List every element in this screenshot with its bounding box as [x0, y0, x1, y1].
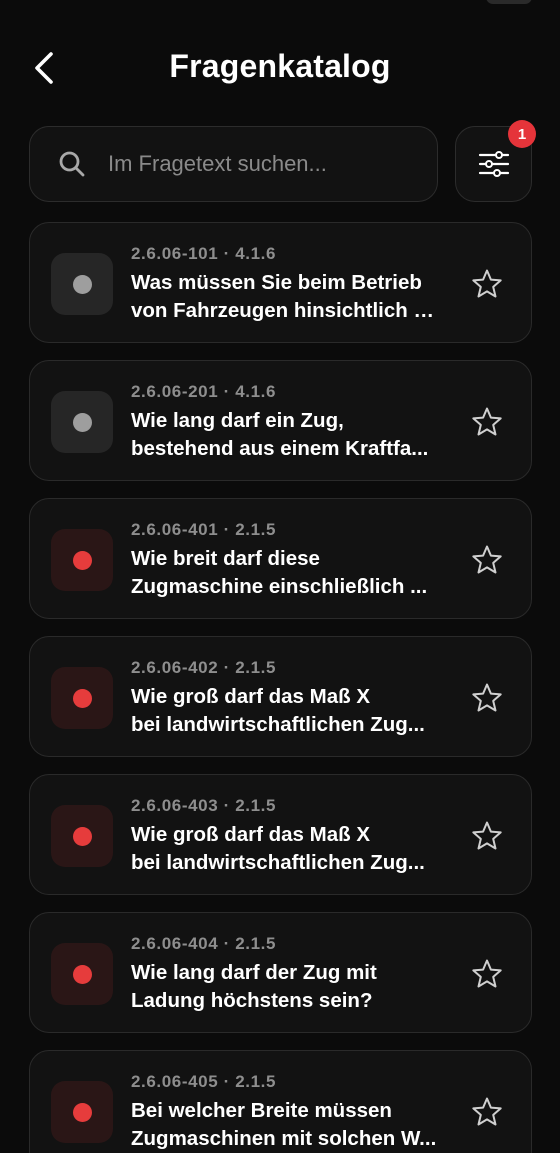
header: Fragenkatalog: [0, 0, 560, 120]
question-text-line: bestehend aus einem Kraftfa...: [131, 437, 429, 460]
question-card[interactable]: 2.6.06-201 · 4.1.6 Wie lang darf ein Zug…: [29, 360, 532, 481]
star-icon: [472, 269, 502, 298]
question-number: 2.6.06-101 · 4.1.6: [131, 244, 277, 263]
favorite-button[interactable]: [469, 1094, 505, 1130]
status-dot: [72, 412, 92, 432]
question-text-line: Was müssen Sie beim Betrieb: [131, 271, 422, 294]
question-card[interactable]: 2.6.06-404 · 2.1.5 Wie lang darf der Zug…: [29, 912, 532, 1033]
question-card[interactable]: 2.6.06-405 · 2.1.5 Bei welcher Breite mü…: [29, 1050, 532, 1153]
status-indicator: [51, 805, 113, 867]
question-text: Wie groß darf das Maß X bei landwirtscha…: [131, 821, 437, 877]
status-dot: [72, 550, 92, 570]
search-icon: [58, 150, 86, 178]
status-dot: [72, 1102, 92, 1122]
question-text: Wie breit darf diese Zugmaschine einschl…: [131, 545, 437, 601]
status-indicator: [51, 253, 113, 315]
question-text-line: bei landwirtschaftlichen Zug...: [131, 851, 425, 874]
question-text-line: Zugmaschine einschließlich ...: [131, 575, 428, 598]
question-number: 2.6.06-404 · 2.1.5: [131, 934, 277, 953]
question-text-line: Ladung höchstens sein?: [131, 989, 373, 1012]
question-text: Wie groß darf das Maß X bei landwirtscha…: [131, 683, 437, 739]
question-number: 2.6.06-403 · 2.1.5: [131, 796, 277, 815]
question-text: Was müssen Sie beim Betrieb von Fahrzeug…: [131, 269, 437, 325]
question-number: 2.6.06-402 · 2.1.5: [131, 658, 277, 677]
favorite-button[interactable]: [469, 542, 505, 578]
question-text: Bei welcher Breite müssen Zugmaschinen m…: [131, 1097, 437, 1153]
question-text: Wie lang darf ein Zug, bestehend aus ein…: [131, 407, 437, 463]
question-text-line: bei landwirtschaftlichen Zug...: [131, 713, 425, 736]
status-indicator: [51, 943, 113, 1005]
sliders-icon: [478, 151, 509, 177]
star-icon: [472, 821, 502, 850]
question-card[interactable]: 2.6.06-101 · 4.1.6 Was müssen Sie beim B…: [29, 222, 532, 343]
question-text-line: Wie lang darf der Zug mit: [131, 961, 377, 984]
status-dot: [72, 826, 92, 846]
status-dot: [72, 274, 92, 294]
question-text: Wie lang darf der Zug mit Ladung höchste…: [131, 959, 437, 1015]
question-number: 2.6.06-405 · 2.1.5: [131, 1072, 277, 1091]
star-icon: [472, 1097, 502, 1126]
question-text-line: von Fahrzeugen hinsichtlich d...: [131, 299, 437, 322]
status-indicator: [51, 391, 113, 453]
favorite-button[interactable]: [469, 680, 505, 716]
star-icon: [472, 407, 502, 436]
question-text-line: Wie groß darf das Maß X: [131, 685, 371, 708]
question-text-line: Zugmaschinen mit solchen W...: [131, 1127, 437, 1150]
favorite-button[interactable]: [469, 818, 505, 854]
star-icon: [472, 959, 502, 988]
filter-badge: 1: [508, 120, 536, 148]
star-icon: [472, 683, 502, 712]
question-number: 2.6.06-201 · 4.1.6: [131, 382, 277, 401]
favorite-button[interactable]: [469, 266, 505, 302]
status-dot: [72, 964, 92, 984]
search-input[interactable]: [108, 151, 437, 177]
status-indicator: [51, 1081, 113, 1143]
status-indicator: [51, 529, 113, 591]
status-dot: [72, 688, 92, 708]
favorite-button[interactable]: [469, 404, 505, 440]
star-icon: [472, 545, 502, 574]
question-text-line: Wie lang darf ein Zug,: [131, 409, 344, 432]
search-bar[interactable]: [29, 126, 438, 202]
screen: Fragenkatalog 1 2.6.06-101 · 4.1.6 Was m…: [0, 0, 560, 1153]
status-indicator: [51, 667, 113, 729]
question-card[interactable]: 2.6.06-401 · 2.1.5 Wie breit darf diese …: [29, 498, 532, 619]
page-title: Fragenkatalog: [169, 48, 391, 84]
favorite-button[interactable]: [469, 956, 505, 992]
question-text-line: Wie groß darf das Maß X: [131, 823, 371, 846]
question-number: 2.6.06-401 · 2.1.5: [131, 520, 277, 539]
question-card[interactable]: 2.6.06-402 · 2.1.5 Wie groß darf das Maß…: [29, 636, 532, 757]
question-text-line: Bei welcher Breite müssen: [131, 1099, 392, 1122]
question-card[interactable]: 2.6.06-403 · 2.1.5 Wie groß darf das Maß…: [29, 774, 532, 895]
question-text-line: Wie breit darf diese: [131, 547, 320, 570]
